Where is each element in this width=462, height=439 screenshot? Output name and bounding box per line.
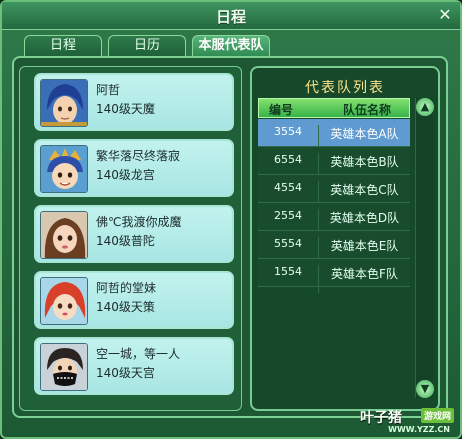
member-level: 140级天策 bbox=[96, 300, 155, 314]
team-list-scrollbar[interactable]: ▲ ▼ bbox=[415, 98, 434, 398]
table-row[interactable]: 6554 英雄本色B队 bbox=[258, 147, 410, 181]
watermark-badge: 游戏网 bbox=[420, 408, 454, 423]
member-level: 140级天魔 bbox=[96, 102, 155, 116]
tab-server-team[interactable]: 本服代表队 bbox=[192, 35, 270, 57]
member-level: 140级普陀 bbox=[96, 234, 155, 248]
team-code: 3554 bbox=[274, 125, 302, 138]
avatar-red-haired-girl bbox=[40, 277, 88, 325]
member-card-1[interactable]: 阿哲 140级天魔 bbox=[34, 73, 234, 131]
team-name: 英雄本色F队 bbox=[318, 265, 410, 293]
avatar-masked-boy bbox=[40, 343, 88, 391]
member-name: 佛℃我渡你成魔 bbox=[96, 215, 182, 229]
member-name: 阿哲的堂妹 bbox=[96, 281, 157, 295]
watermark-logo-text: 叶子猪 bbox=[360, 410, 402, 426]
tab-calendar[interactable]: 日历 bbox=[108, 35, 186, 57]
team-code: 2554 bbox=[274, 209, 302, 222]
table-row[interactable]: 5554 英雄本色E队 bbox=[258, 231, 410, 265]
team-code: 6554 bbox=[274, 153, 302, 166]
member-name: 繁华落尽终落寂 bbox=[96, 149, 181, 163]
member-card-2[interactable]: 繁华落尽终落寂 140级龙宫 bbox=[34, 139, 234, 197]
team-code: 1554 bbox=[274, 265, 302, 278]
tab-schedule[interactable]: 日程 bbox=[24, 35, 102, 57]
team-list-panel: 代表队列表 编号 队伍名称 3554 英雄本色A队 6554 英雄本色B队 45… bbox=[250, 66, 440, 411]
watermark-url: WWW.YZZ.CN bbox=[388, 425, 450, 434]
scroll-down-icon[interactable]: ▼ bbox=[416, 380, 434, 398]
member-list: 阿哲 140级天魔 繁华落尽终落寂 140级龙宫 佛℃我渡你成魔 140级普陀 … bbox=[19, 66, 242, 411]
site-watermark: 叶子猪 游戏网 WWW.YZZ.CN bbox=[334, 407, 454, 434]
team-table-header: 编号 队伍名称 bbox=[258, 98, 410, 118]
table-row[interactable]: 4554 英雄本色C队 bbox=[258, 175, 410, 209]
member-level: 140级龙宫 bbox=[96, 168, 155, 182]
close-icon[interactable]: ✕ bbox=[436, 6, 454, 24]
title-bar[interactable]: 日程 ✕ bbox=[2, 2, 460, 30]
avatar-brown-haired-girl bbox=[40, 211, 88, 259]
member-name: 空一城，等一人 bbox=[96, 347, 181, 361]
team-code: 4554 bbox=[274, 181, 302, 194]
avatar-crowned-child bbox=[40, 145, 88, 193]
column-header-team-name: 队伍名称 bbox=[343, 103, 392, 117]
table-row[interactable]: 3554 英雄本色A队 bbox=[258, 119, 410, 153]
table-row[interactable]: 2554 英雄本色D队 bbox=[258, 203, 410, 237]
member-card-5[interactable]: 空一城，等一人 140级天宫 bbox=[34, 337, 234, 395]
column-header-code: 编号 bbox=[269, 103, 294, 117]
member-card-4[interactable]: 阿哲的堂妹 140级天策 bbox=[34, 271, 234, 329]
scroll-up-icon[interactable]: ▲ bbox=[416, 98, 434, 116]
window-title: 日程 bbox=[215, 8, 246, 26]
member-card-3[interactable]: 佛℃我渡你成魔 140级普陀 bbox=[34, 205, 234, 263]
team-code: 5554 bbox=[274, 237, 302, 250]
member-level: 140级天宫 bbox=[96, 366, 155, 380]
table-row[interactable]: 1554 英雄本色F队 bbox=[258, 259, 410, 293]
member-name: 阿哲 bbox=[96, 83, 121, 97]
avatar-blue-haired-hero bbox=[40, 79, 88, 127]
team-list-title: 代表队列表 bbox=[305, 80, 385, 96]
